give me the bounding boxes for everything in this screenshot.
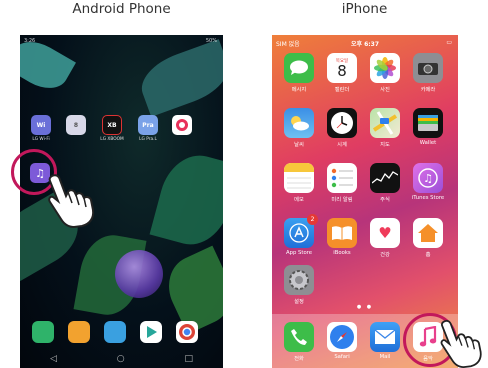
app-messages[interactable]: 메시지 [280,53,318,93]
mail-icon [370,322,400,352]
app-label: Mail [379,354,391,360]
app-label: 메시지 [291,87,307,93]
settings-gear-icon [284,265,314,295]
android-dock [20,321,223,347]
app-label: LG Pra.L [139,137,157,142]
wallet-icon [413,108,443,138]
app-itunes-store[interactable]: ♫ iTunes Store [409,163,447,201]
lg-app-icon [172,115,192,135]
recents-icon[interactable]: □ [185,354,194,364]
lg-app-icon: 8 [66,115,86,135]
lg-wifi-icon: Wi [31,115,51,135]
app-reminders[interactable]: 미리 알림 [323,163,361,203]
status-time: 오후 6:37 [350,41,380,48]
safari-compass-icon [327,322,357,352]
back-icon[interactable]: ◁ [50,354,57,364]
android-status-bar: 3:26 50% [20,35,223,49]
dock-safari[interactable]: Safari [323,322,361,360]
xboom-icon: XB [102,115,122,135]
health-icon: ♥ [370,218,400,248]
app-lg-2[interactable]: 8 [62,115,90,137]
app-notes[interactable]: 메모 [280,163,318,203]
stocks-icon [370,163,400,193]
calendar-day: 8 [337,61,347,80]
app-label: 메모 [294,197,304,203]
app-label: 사진 [380,87,390,93]
app-label: 지도 [380,142,390,148]
app-weather[interactable]: 날씨 [280,108,318,148]
wallpaper-leaf [149,147,223,253]
android-caption: Android Phone [72,1,171,17]
app-label: 시계 [337,142,347,148]
play-store-icon[interactable] [140,321,162,343]
notes-icon [284,163,314,193]
app-calendar[interactable]: 목요일 8 캘린더 [323,53,361,93]
clock-icon [327,108,357,138]
camera-icon [413,53,443,83]
app-label: 캘린더 [334,87,350,93]
app-lg-5[interactable] [168,115,196,137]
home-icon[interactable]: ○ [117,354,125,364]
app-label: Safari [334,354,350,360]
app-lg-pral[interactable]: Pra LG Pra.L [134,115,162,142]
notification-badge: 2 [307,214,318,225]
app-lg-xboom[interactable]: XB LG XBOOM [98,115,126,142]
app-label: 날씨 [294,142,304,148]
app-label: Wallet [419,140,437,146]
app-label: 카메라 [420,87,436,93]
weather-icon [284,108,314,138]
pral-icon: Pra [138,115,158,135]
iphone-caption: iPhone [341,1,388,17]
app-label: LG Wi-Fi [32,137,50,142]
app-clock[interactable]: 시계 [323,108,361,148]
dock-mail[interactable]: Mail [366,322,404,360]
app-stocks[interactable]: 주식 [366,163,404,203]
svg-text:♫: ♫ [423,172,433,185]
home-icon [413,218,443,248]
app-store-icon: 2 [284,214,318,248]
camera-icon[interactable] [104,321,126,343]
app-label: 전화 [294,356,304,362]
app-maps[interactable]: 지도 [366,108,404,148]
app-settings[interactable]: 설정 [280,265,318,305]
wallpaper-bulb [115,250,163,298]
app-lg-wifi[interactable]: Wi LG Wi-Fi [27,115,55,142]
chrome-icon[interactable] [176,321,198,343]
wallpaper-leaf [134,39,223,117]
pointing-hand-icon [440,319,482,368]
reminders-icon [327,163,357,193]
app-health[interactable]: ♥ 건강 [366,218,404,258]
app-home[interactable]: 홈 [409,218,447,258]
status-time: 3:26 [24,38,36,44]
page-indicator: ● ● [356,304,374,310]
android-nav-bar: ◁ ○ □ [20,350,223,368]
messages-icon[interactable] [68,321,90,343]
app-label: 주식 [380,197,390,203]
app-camera[interactable]: 카메라 [409,53,447,93]
app-label: 홈 [425,252,431,258]
phone-icon [284,322,314,352]
battery-icon: ▭ [446,39,452,46]
app-photos[interactable]: 사진 [366,53,404,93]
app-app-store[interactable]: 2 App Store [280,214,318,256]
maps-icon [370,108,400,138]
iphone-status-bar: SIM 없음 오후 6:37 ▭ [272,35,458,49]
calendar-icon: 목요일 8 [327,53,357,83]
ibooks-icon [327,218,357,248]
app-label: iTunes Store [411,195,445,201]
app-label: LG XBOOM [100,137,124,142]
phone-icon[interactable] [32,321,54,343]
photos-icon [370,53,400,83]
app-wallet[interactable]: Wallet [409,108,447,146]
itunes-store-icon: ♫ [413,163,443,193]
battery-level: 50% [205,38,217,44]
app-label: 건강 [380,252,390,258]
app-label: App Store [285,250,313,256]
app-label: 미리 알림 [331,197,353,203]
messages-icon [284,53,314,83]
app-ibooks[interactable]: iBooks [323,218,361,256]
dock-phone[interactable]: 전화 [280,322,318,362]
app-label: iBooks [333,250,351,256]
pointing-hand-icon [48,174,95,228]
